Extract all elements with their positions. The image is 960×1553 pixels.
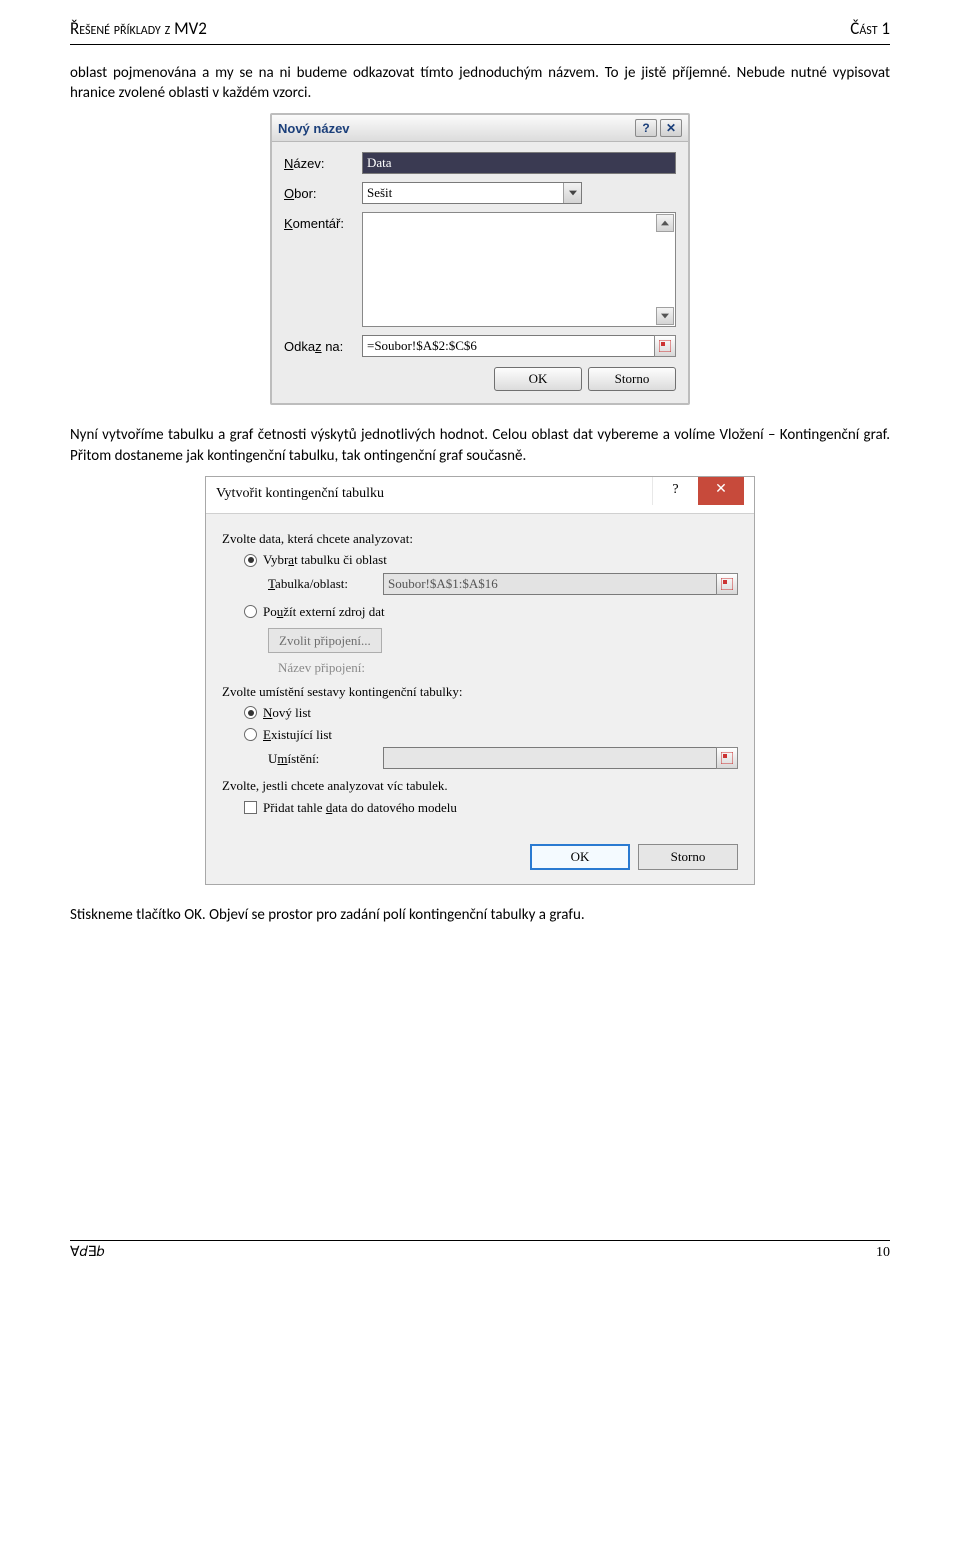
dialog-create-pivot: Vytvořit kontingenční tabulku ? ✕ Zvolte… xyxy=(205,476,755,885)
cancel-button[interactable]: Storno xyxy=(588,367,676,391)
close-icon[interactable]: ✕ xyxy=(660,119,682,137)
range-selector-icon[interactable] xyxy=(716,747,738,769)
cancel-button[interactable]: Storno xyxy=(638,844,738,870)
radio-new-sheet-label: Nový list xyxy=(263,704,311,722)
paragraph-2: Nyní vytvoříme tabulku a graf četnosti v… xyxy=(70,425,890,466)
radio-on-icon xyxy=(244,554,257,567)
header-left: Řešené příklady z MV2 xyxy=(70,18,207,41)
footer-left: ∀𝑑∃𝑏 xyxy=(70,1244,104,1263)
range-selector-icon[interactable] xyxy=(654,335,676,357)
checkbox-data-model[interactable]: Přidat tahle data do datového modelu xyxy=(244,799,738,817)
help-icon[interactable]: ? xyxy=(652,477,698,505)
checkbox-off-icon xyxy=(244,801,257,814)
location-label: Umístění: xyxy=(268,750,383,768)
ref-input[interactable] xyxy=(362,335,655,357)
footer-right: 10 xyxy=(876,1244,890,1263)
range-selector-icon[interactable] xyxy=(716,573,738,595)
scroll-up-icon[interactable] xyxy=(656,214,674,232)
scope-select[interactable] xyxy=(362,182,582,204)
choose-connection-button: Zvolit připojení... xyxy=(268,628,382,654)
checkbox-data-model-label: Přidat tahle data do datového modelu xyxy=(263,799,457,817)
paragraph-1: oblast pojmenována a my se na ni budeme … xyxy=(70,63,890,104)
chevron-down-icon[interactable] xyxy=(563,183,581,203)
section-multiple-tables: Zvolte, jestli chcete analyzovat víc tab… xyxy=(222,777,738,795)
comment-label: Komentář: xyxy=(284,212,362,233)
paragraph-3: Stiskneme tlačítko OK. Objeví se prostor… xyxy=(70,905,890,925)
help-icon[interactable]: ? xyxy=(635,119,657,137)
scroll-down-icon[interactable] xyxy=(656,307,674,325)
radio-off-icon xyxy=(244,728,257,741)
radio-select-table-label: Vybrat tabulku či oblast xyxy=(263,551,387,569)
radio-existing-label: Existující list xyxy=(263,726,332,744)
scope-label: Obor: xyxy=(284,182,362,203)
name-input[interactable] xyxy=(362,152,676,174)
ok-button[interactable]: OK xyxy=(530,844,630,870)
radio-existing-sheet[interactable]: Existující list xyxy=(244,726,738,744)
ok-button[interactable]: OK xyxy=(494,367,582,391)
radio-off-icon xyxy=(244,605,257,618)
close-icon[interactable]: ✕ xyxy=(698,477,744,505)
section-choose-data: Zvolte data, která chcete analyzovat: xyxy=(222,530,738,548)
radio-external-label: Použít externí zdroj dat xyxy=(263,603,385,621)
ref-label: Odkaz na: xyxy=(284,335,362,356)
location-input[interactable] xyxy=(383,747,717,769)
section-placement: Zvolte umístění sestavy kontingenční tab… xyxy=(222,683,738,701)
radio-select-table[interactable]: Vybrat tabulku či oblast xyxy=(244,551,738,569)
radio-on-icon xyxy=(244,706,257,719)
table-range-label: Tabulka/oblast: xyxy=(268,575,383,593)
name-label: Název: xyxy=(284,152,362,173)
radio-external-source[interactable]: Použít externí zdroj dat xyxy=(244,603,738,621)
header-right: Část 1 xyxy=(850,18,890,41)
dialog-new-name: Nový název ? ✕ Název: /* underline hack … xyxy=(270,113,690,405)
dialog2-title: Vytvořit kontingenční tabulku xyxy=(216,485,384,504)
radio-new-sheet[interactable]: Nový list xyxy=(244,704,738,722)
table-range-input[interactable] xyxy=(383,573,717,595)
dialog1-title: Nový název xyxy=(278,120,350,138)
comment-textarea[interactable] xyxy=(362,212,676,327)
connection-name-label: Název připojení: xyxy=(278,659,738,677)
